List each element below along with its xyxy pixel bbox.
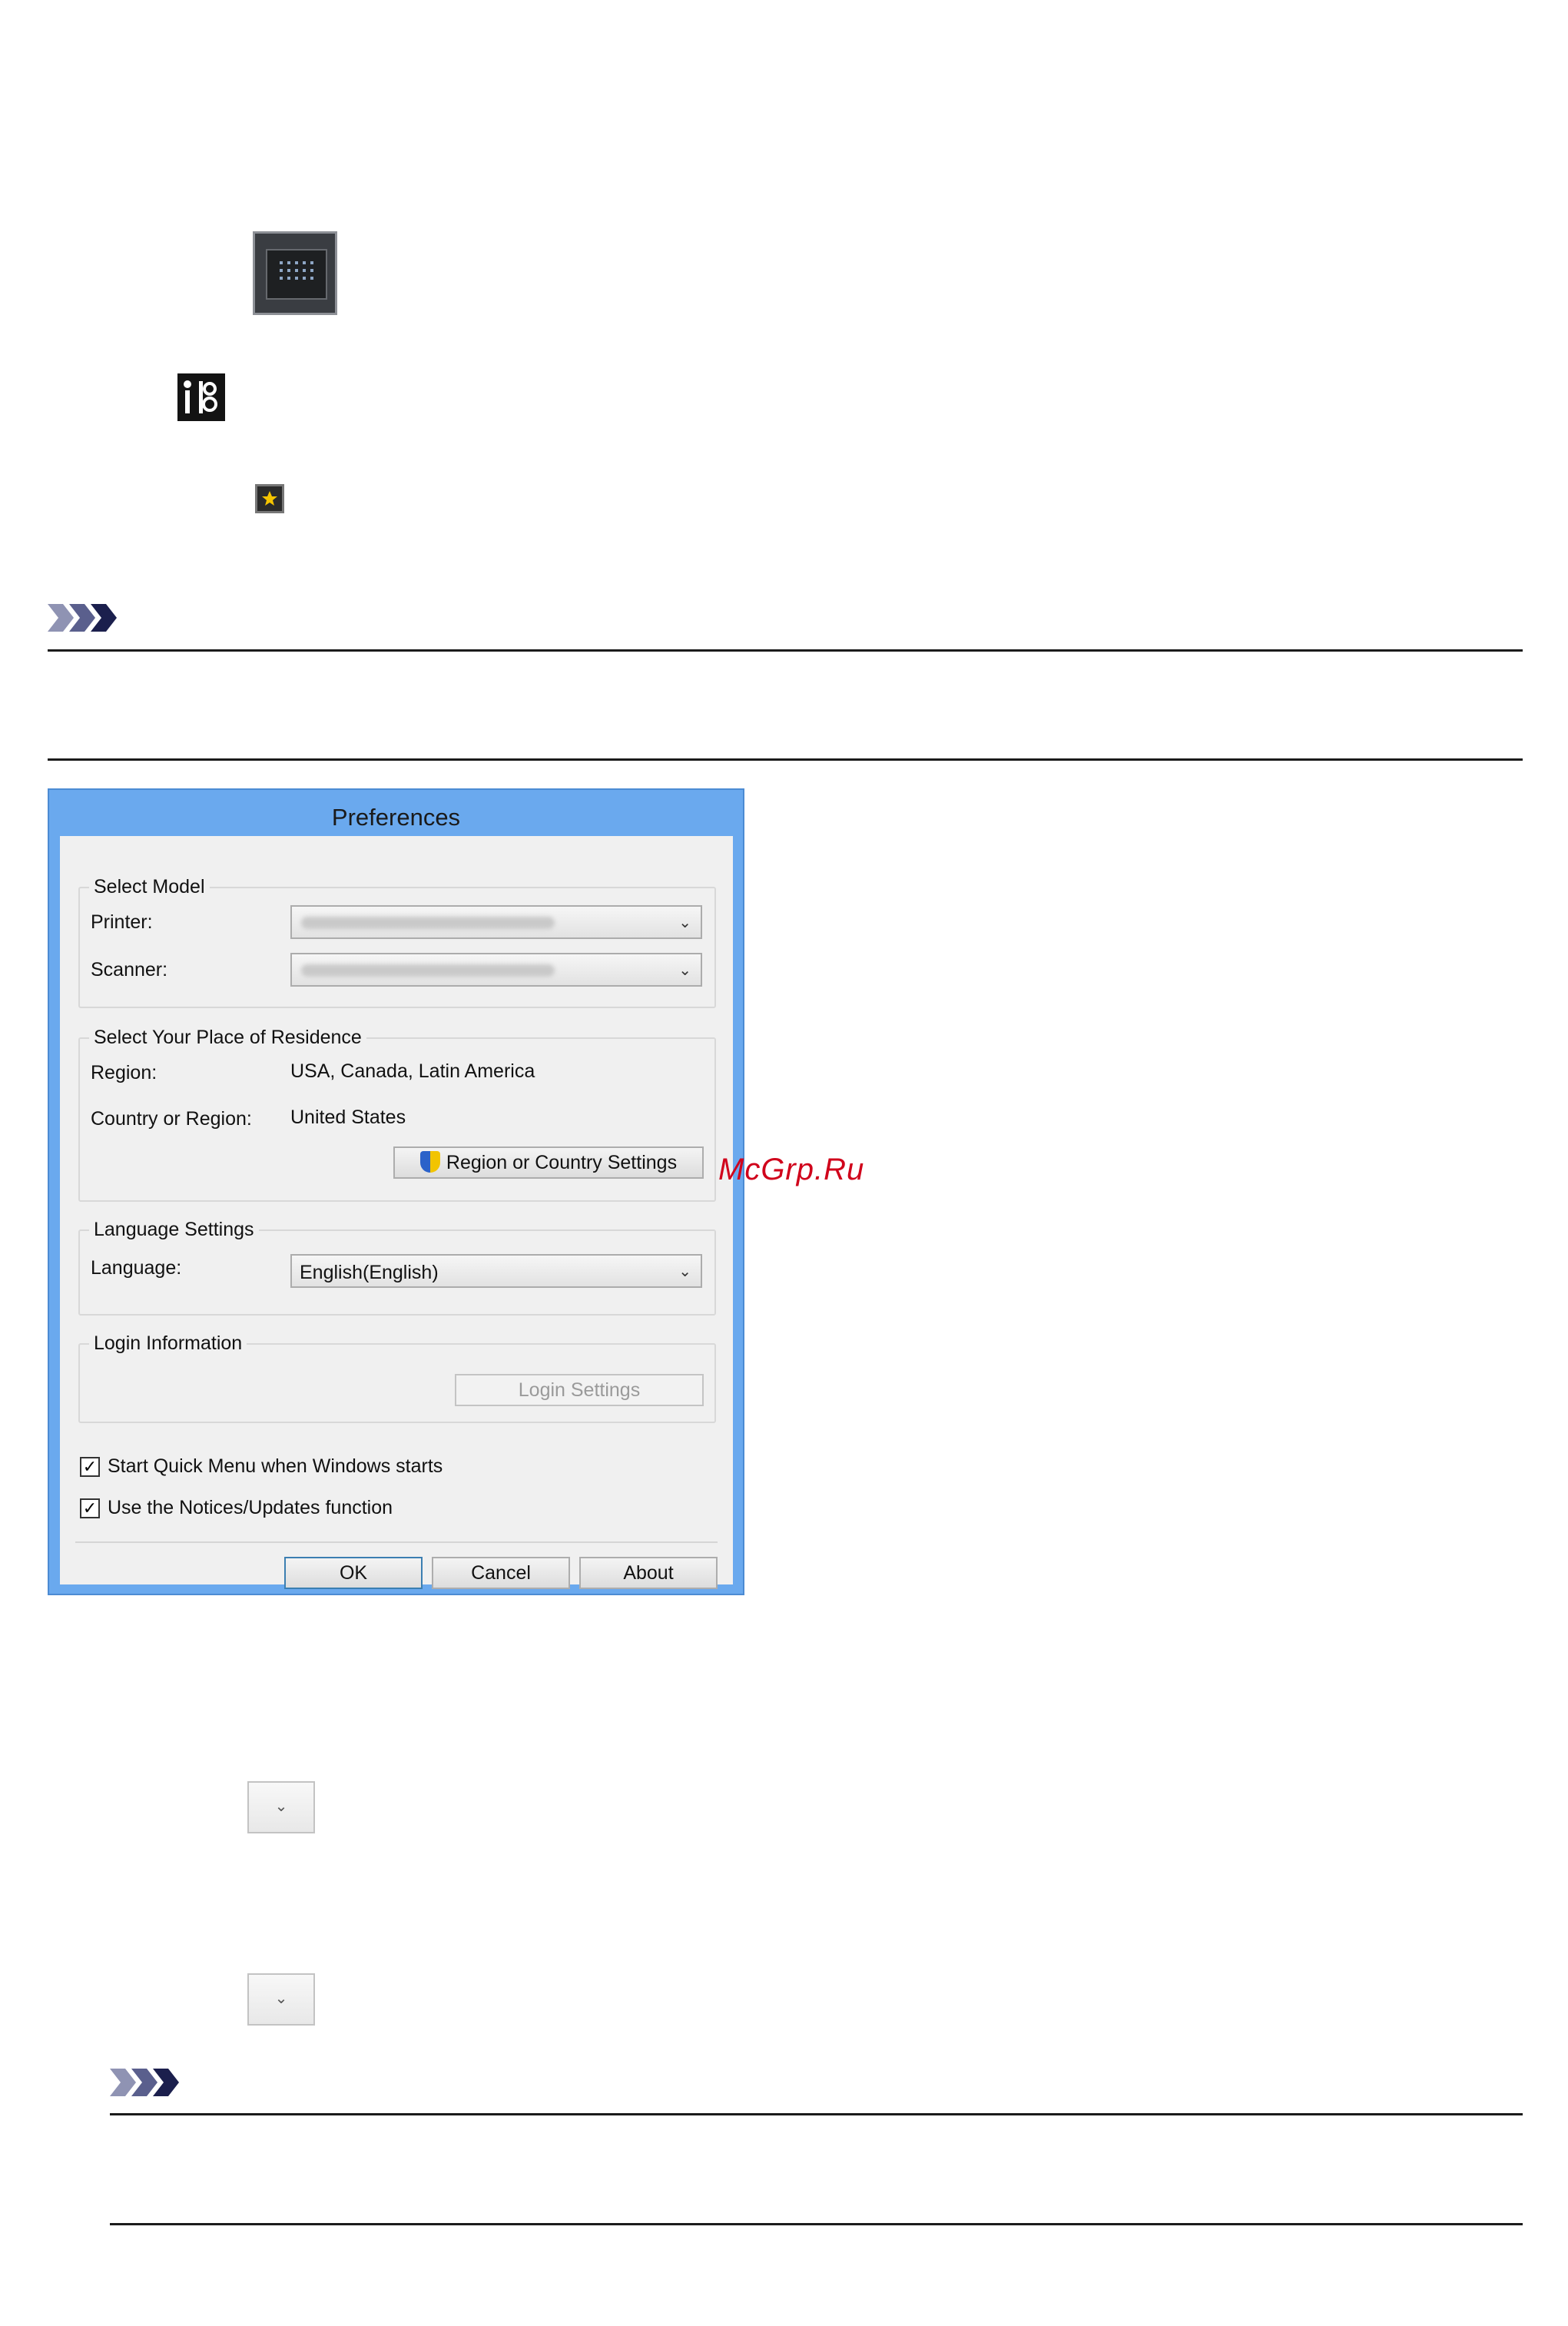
printer-select[interactable]: ⌄ — [290, 905, 702, 939]
checkmark-icon: ✓ — [82, 1498, 98, 1518]
chevron-down-icon: ⌄ — [678, 1263, 691, 1280]
login-settings-button[interactable]: Login Settings — [455, 1374, 704, 1406]
printer-value-blurred — [301, 917, 555, 929]
chevron-down-icon: ⌄ — [678, 962, 691, 979]
note-bottom-rule — [48, 758, 1523, 761]
checkmark-icon: ✓ — [82, 1457, 98, 1476]
scanner-label: Scanner: — [91, 959, 168, 981]
preferences-dialog: Preferences Select Model Printer: ⌄ Scan… — [48, 788, 744, 1595]
residence-title: Select Your Place of Residence — [89, 1027, 366, 1049]
region-label: Region: — [91, 1062, 157, 1083]
dropdown-arrow-sample: ⌄ — [247, 1781, 315, 1833]
language-value: English(English) — [300, 1262, 439, 1283]
tools-icon — [177, 373, 225, 421]
note-chevron-icon — [48, 604, 117, 632]
login-title: Login Information — [89, 1332, 247, 1355]
language-label: Language: — [91, 1257, 182, 1279]
residence-group: Select Your Place of Residence Region: U… — [78, 1027, 716, 1202]
select-model-title: Select Model — [89, 876, 210, 898]
start-quick-menu-label: Start Quick Menu when Windows starts — [108, 1455, 443, 1477]
ok-button[interactable]: OK — [284, 1557, 423, 1589]
note-top-rule — [48, 649, 1523, 652]
chevron-down-icon: ⌄ — [678, 914, 691, 931]
country-value: United States — [290, 1107, 406, 1128]
note-top-rule — [110, 2113, 1523, 2115]
dialog-separator — [75, 1541, 718, 1543]
select-model-group: Select Model Printer: ⌄ Scanner: ⌄ — [78, 876, 716, 1008]
notices-updates-checkbox[interactable]: ✓ — [80, 1498, 100, 1518]
shield-icon — [419, 1151, 440, 1173]
notices-updates-label: Use the Notices/Updates function — [108, 1497, 393, 1518]
note-bottom-rule — [110, 2223, 1523, 2225]
language-title: Language Settings — [89, 1219, 259, 1241]
quick-menu-panel-icon — [253, 231, 337, 315]
country-label: Country or Region: — [91, 1108, 252, 1130]
scanner-select[interactable]: ⌄ — [290, 953, 702, 987]
dialog-title: Preferences — [331, 804, 461, 831]
chevron-down-icon: ⌄ — [274, 1798, 288, 1815]
dialog-body: Select Model Printer: ⌄ Scanner: ⌄ Selec… — [60, 836, 733, 1589]
language-select[interactable]: English(English) ⌄ — [290, 1254, 702, 1288]
region-country-settings-label: Region or Country Settings — [446, 1152, 678, 1173]
region-country-settings-button[interactable]: Region or Country Settings — [393, 1146, 704, 1179]
printer-label: Printer: — [91, 911, 153, 933]
region-value: USA, Canada, Latin America — [290, 1060, 535, 1082]
start-quick-menu-checkbox[interactable]: ✓ — [80, 1457, 100, 1477]
note-chevron-icon — [110, 2069, 179, 2096]
language-group: Language Settings Language: English(Engl… — [78, 1219, 716, 1316]
login-group: Login Information Login Settings — [78, 1332, 716, 1423]
cancel-button[interactable]: Cancel — [432, 1557, 570, 1589]
about-button[interactable]: About — [579, 1557, 718, 1589]
star-icon — [255, 484, 284, 513]
scanner-value-blurred — [301, 964, 555, 977]
chevron-down-icon: ⌄ — [274, 1990, 288, 2007]
watermark: McGrp.Ru — [718, 1153, 865, 1186]
dropdown-arrow-sample: ⌄ — [247, 1973, 315, 2026]
